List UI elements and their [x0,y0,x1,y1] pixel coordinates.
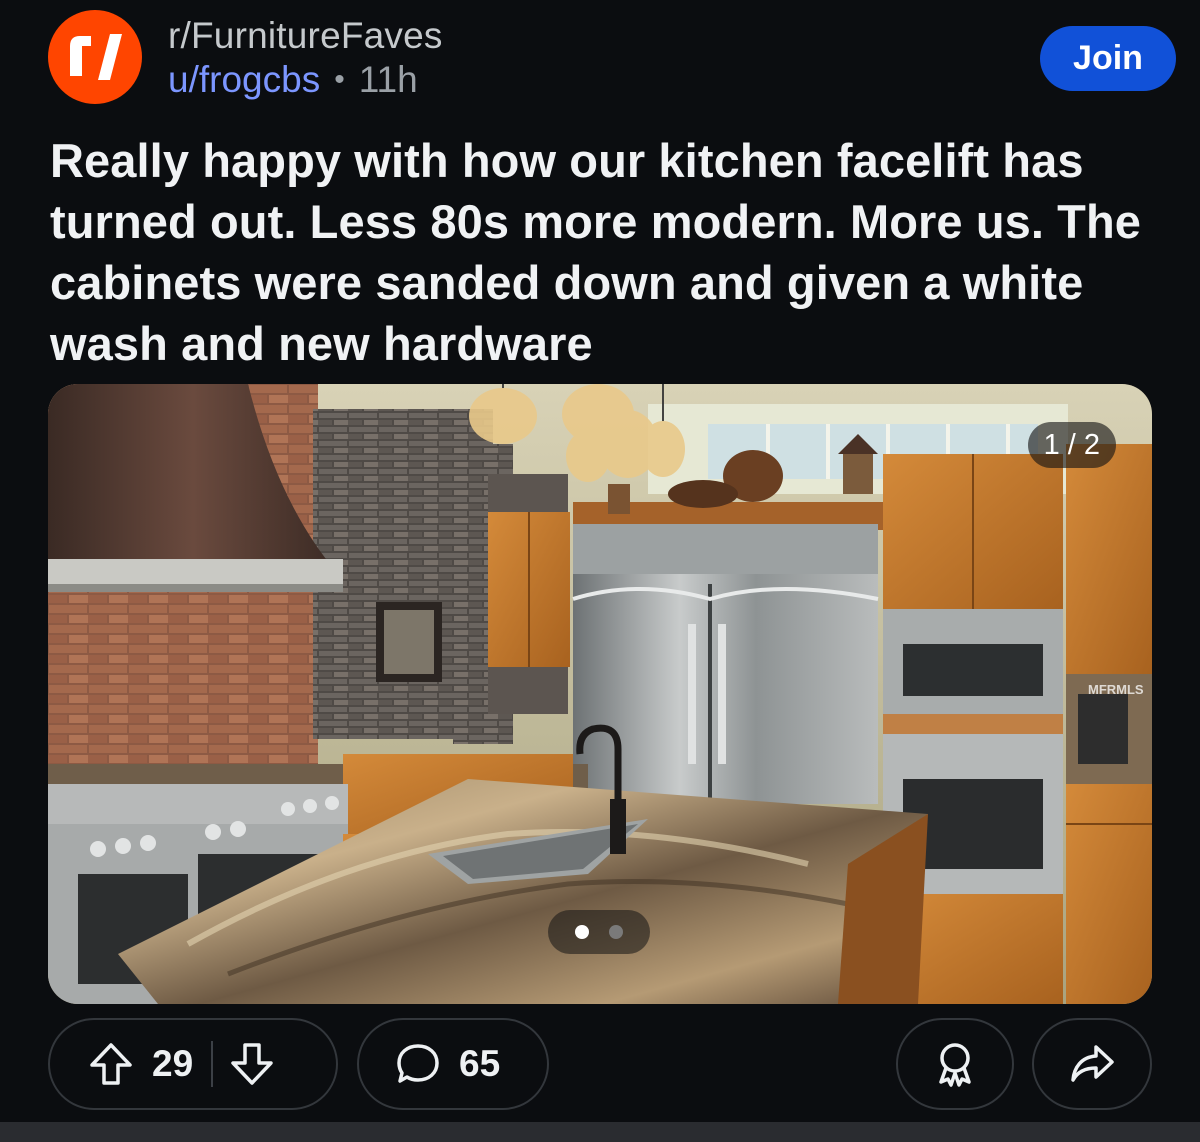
vote-count: 29 [152,1043,194,1084]
carousel-dot-2[interactable] [609,925,623,939]
vote-bar: 29 [48,1018,338,1110]
bottom-divider [0,1122,1200,1142]
post-image-carousel[interactable]: 1 / 2 MFRMLS [48,384,1152,1004]
subreddit-avatar[interactable] [48,10,142,104]
carousel-dot-1[interactable] [575,925,589,939]
carousel-pagination[interactable] [548,910,650,954]
post-meta: r/FurnitureFaves u/frogcbs • 11h [168,14,443,102]
reddit-r-logo-icon [70,34,122,80]
comments-button[interactable]: 65 [357,1018,549,1110]
award-icon [929,1038,981,1090]
post-age: 11h [358,59,418,100]
comment-count: 65 [459,1043,501,1084]
post-title[interactable]: Really happy with how our kitchen faceli… [50,130,1160,374]
share-button[interactable] [1032,1018,1152,1110]
author-line: u/frogcbs • 11h [168,58,443,102]
share-arrow-icon [1066,1038,1118,1090]
meta-separator: • [334,63,345,96]
comment-bubble-icon [393,1039,443,1089]
award-button[interactable] [896,1018,1014,1110]
upvote-arrow-icon[interactable] [86,1039,136,1089]
post-card: r/FurnitureFaves u/frogcbs • 11h Join Re… [0,0,1200,1122]
image-watermark: MFRMLS [1088,682,1144,697]
vote-divider [211,1041,214,1087]
downvote-arrow-icon[interactable] [227,1039,277,1089]
subreddit-name[interactable]: r/FurnitureFaves [168,14,443,58]
image-counter: 1 / 2 [1027,422,1116,468]
join-button[interactable]: Join [1040,26,1176,91]
author-username[interactable]: u/frogcbs [168,58,320,102]
